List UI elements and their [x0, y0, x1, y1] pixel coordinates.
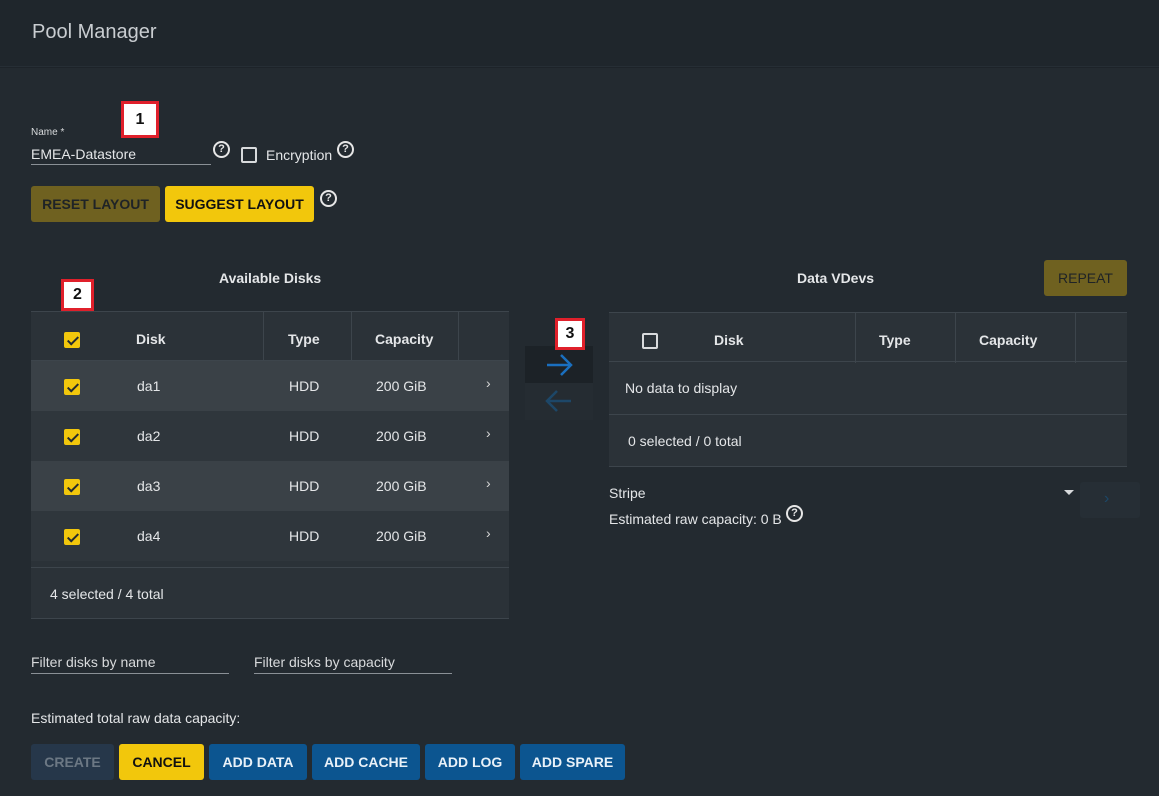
expand-chevron-icon[interactable]: › [486, 525, 491, 541]
available-disks-title: Available Disks [219, 270, 322, 286]
disk-type: HDD [289, 378, 320, 394]
data-vdevs-table: Disk Type Capacity No data to display 0 … [609, 312, 1127, 467]
vdevs-col-disk[interactable]: Disk [714, 332, 744, 348]
cancel-button[interactable]: CANCEL [119, 744, 204, 780]
disk-name: da3 [137, 478, 161, 494]
column-divider [351, 312, 352, 362]
raw-capacity-help-icon[interactable]: ? [786, 505, 803, 522]
available-col-type[interactable]: Type [288, 331, 320, 347]
arrow-right-icon [547, 354, 573, 376]
table-row[interactable]: da3 HDD 200 GiB › [31, 461, 509, 511]
add-data-button[interactable]: ADD DATA [209, 744, 307, 780]
disk-type: HDD [289, 428, 320, 444]
create-button[interactable]: CREATE [31, 744, 114, 780]
select-all-vdevs-checkbox[interactable] [642, 333, 658, 349]
add-spare-button[interactable]: ADD SPARE [520, 744, 625, 780]
suggest-layout-button[interactable]: SUGGEST LAYOUT [165, 186, 314, 222]
repeat-button[interactable]: REPEAT [1044, 260, 1127, 296]
encryption-label: Encryption [266, 147, 333, 163]
layout-help-icon[interactable]: ? [320, 190, 337, 207]
table-row[interactable]: da1 HDD 200 GiB › [31, 361, 509, 411]
annotation-badge-3: 3 [555, 318, 585, 350]
expand-chevron-icon[interactable]: › [486, 375, 491, 391]
vdev-next-button[interactable]: › [1080, 482, 1140, 518]
total-capacity-label: Estimated total raw data capacity: [31, 710, 241, 726]
disk-name: da2 [137, 428, 161, 444]
vdevs-empty-row: No data to display [609, 362, 1127, 415]
disk-capacity: 200 GiB [376, 428, 427, 444]
disk-name: da4 [137, 528, 161, 544]
available-col-disk[interactable]: Disk [136, 331, 166, 347]
column-divider [855, 313, 856, 363]
add-cache-button[interactable]: ADD CACHE [312, 744, 420, 780]
name-input[interactable] [31, 143, 211, 165]
vdev-layout-select[interactable]: Stripe [609, 483, 1077, 503]
name-field-label: Name * [31, 127, 65, 138]
select-all-available-checkbox[interactable] [64, 332, 80, 348]
available-footer: 4 selected / 4 total [31, 567, 509, 619]
available-col-capacity[interactable]: Capacity [375, 331, 433, 347]
encryption-checkbox[interactable] [241, 147, 257, 163]
row-checkbox[interactable] [64, 379, 80, 395]
available-header-row: Disk Type Capacity [31, 311, 509, 362]
expand-chevron-icon[interactable]: › [486, 475, 491, 491]
annotation-badge-1: 1 [121, 101, 159, 138]
move-left-button[interactable] [525, 383, 593, 420]
reset-layout-button[interactable]: RESET LAYOUT [31, 186, 160, 222]
filter-by-capacity-input[interactable] [254, 650, 452, 674]
title-bar: Pool Manager [0, 0, 1159, 67]
vdev-layout-value: Stripe [609, 485, 646, 501]
row-checkbox[interactable] [64, 529, 80, 545]
filter-by-name-input[interactable] [31, 650, 229, 674]
vdev-raw-capacity: Estimated raw capacity: 0 B [609, 511, 782, 527]
expand-chevron-icon[interactable]: › [486, 425, 491, 441]
disk-capacity: 200 GiB [376, 478, 427, 494]
table-row[interactable]: da4 HDD 200 GiB › [31, 511, 509, 561]
annotation-badge-2: 2 [61, 279, 94, 311]
column-divider [955, 313, 956, 363]
disk-type: HDD [289, 528, 320, 544]
column-divider [458, 312, 459, 362]
vdevs-selection-count: 0 selected / 0 total [628, 433, 742, 449]
chevron-right-icon: › [1104, 490, 1110, 507]
column-divider [1075, 313, 1076, 363]
add-log-button[interactable]: ADD LOG [425, 744, 515, 780]
caret-down-icon [1064, 490, 1074, 495]
available-selection-count: 4 selected / 4 total [50, 586, 164, 602]
vdevs-col-type[interactable]: Type [879, 332, 911, 348]
row-checkbox[interactable] [64, 479, 80, 495]
disk-name: da1 [137, 378, 161, 394]
encryption-help-icon[interactable]: ? [337, 141, 354, 158]
disk-type: HDD [289, 478, 320, 494]
window-title: Pool Manager [32, 21, 157, 43]
available-disks-table: Disk Type Capacity da1 HDD 200 GiB › da2… [31, 311, 509, 619]
name-help-icon[interactable]: ? [213, 141, 230, 158]
disk-capacity: 200 GiB [376, 528, 427, 544]
disk-capacity: 200 GiB [376, 378, 427, 394]
column-divider [263, 312, 264, 362]
vdevs-footer: 0 selected / 0 total [609, 415, 1127, 467]
empty-message: No data to display [625, 380, 738, 396]
move-right-button[interactable] [525, 346, 593, 383]
arrow-left-icon [545, 390, 571, 412]
row-checkbox[interactable] [64, 429, 80, 445]
vdevs-col-capacity[interactable]: Capacity [979, 332, 1037, 348]
vdevs-header-row: Disk Type Capacity [609, 312, 1127, 363]
table-row[interactable]: da2 HDD 200 GiB › [31, 411, 509, 461]
data-vdevs-title: Data VDevs [797, 270, 875, 286]
